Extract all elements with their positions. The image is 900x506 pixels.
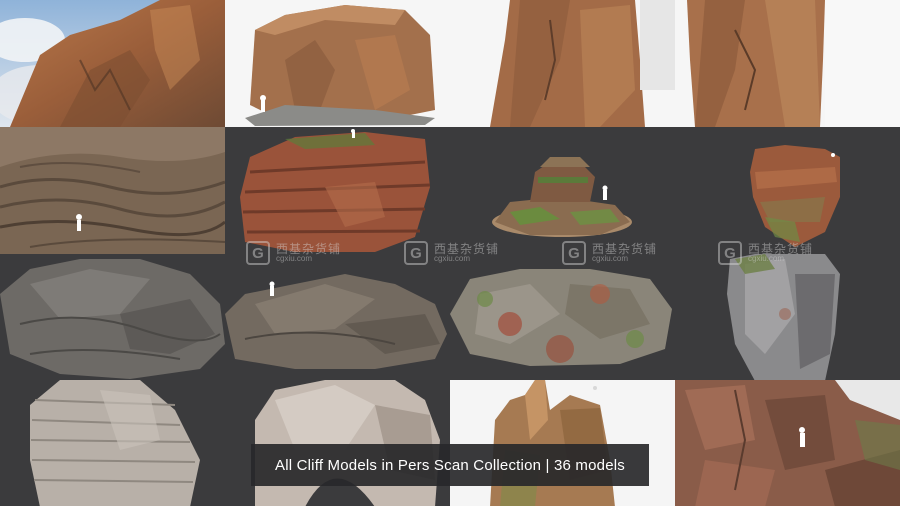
lichen-rock-mass-image (450, 269, 672, 366)
watermark-domain: cgxiu.com (592, 254, 629, 264)
cliff-tile-12[interactable] (675, 254, 900, 380)
cliff-tile-10[interactable] (225, 254, 450, 380)
cliff-tile-3[interactable] (450, 0, 675, 127)
cliff-tile-1[interactable] (0, 0, 225, 127)
red-cliff-wall-image (675, 380, 900, 506)
collection-caption: All Cliff Models in Pers Scan Collection… (251, 444, 649, 486)
watermark-domain: cgxiu.com (434, 254, 471, 264)
rock-plateau-image (225, 0, 450, 127)
rock-pillar-image-2 (675, 0, 900, 127)
watermark: G 西基杂货铺 cgxiu.com (404, 241, 499, 265)
grey-rock-mound-image (225, 274, 447, 369)
sandstone-tower-image (450, 380, 675, 506)
cliff-tile-7[interactable] (450, 127, 675, 254)
cliff-tile-8[interactable] (675, 127, 900, 254)
pale-rock-arch-image (255, 380, 440, 506)
watermark-logo-icon: G (562, 241, 586, 265)
cliff-tile-16[interactable] (675, 380, 900, 506)
cliff-tile-14[interactable] (225, 380, 450, 506)
watermark-logo-icon: G (246, 241, 270, 265)
watermark-domain: cgxiu.com (276, 254, 313, 264)
grey-rock-slab-image (0, 259, 225, 379)
cliff-tile-13[interactable] (0, 380, 225, 506)
cliff-tile-6[interactable] (225, 127, 450, 254)
cliff-tile-15[interactable] (450, 380, 675, 506)
mossy-rock-stack-image (492, 157, 632, 237)
red-sandstone-block-image (240, 129, 431, 252)
layered-rock-ground-image (0, 127, 225, 254)
cliff-tile-5[interactable] (0, 127, 225, 254)
watermark: G 西基杂货铺 cgxiu.com (562, 241, 657, 265)
cliff-tile-2[interactable] (225, 0, 450, 127)
watermark: G 西基杂货铺 cgxiu.com (246, 241, 341, 265)
pale-layered-rock-image (30, 380, 200, 506)
cliff-tile-9[interactable] (0, 254, 225, 380)
grey-cliff-chunk-image (727, 254, 840, 380)
cliff-tile-11[interactable] (450, 254, 675, 380)
watermark: G 西基杂货铺 cgxiu.com (718, 241, 813, 265)
watermark-logo-icon: G (404, 241, 428, 265)
watermark-domain: cgxiu.com (748, 254, 785, 264)
watermark-logo-icon: G (718, 241, 742, 265)
cliff-face-sky-image (0, 0, 225, 127)
cliff-tile-4[interactable] (675, 0, 900, 127)
rock-boulder-mossy-image (750, 145, 840, 247)
rock-pillar-image (450, 0, 675, 127)
